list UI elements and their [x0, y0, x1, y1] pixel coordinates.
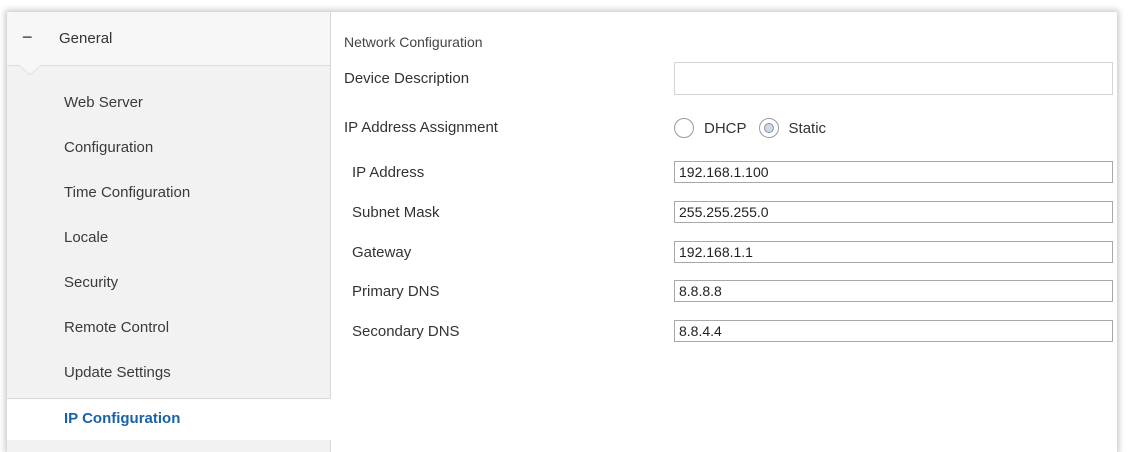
static-radio[interactable]: [758, 118, 779, 138]
sidebar: − General Web Server Configuration Time …: [7, 12, 331, 452]
settings-window: − General Web Server Configuration Time …: [7, 12, 1117, 452]
sidebar-item-web-server[interactable]: Web Server: [7, 80, 330, 125]
secondary-dns-label: Secondary DNS: [352, 323, 460, 340]
sidebar-item-update-settings[interactable]: Update Settings: [7, 350, 330, 395]
sidebar-item-security[interactable]: Security: [7, 260, 330, 305]
static-radio-label[interactable]: Static: [789, 120, 827, 137]
gateway-label: Gateway: [352, 244, 412, 261]
sidebar-item-locale[interactable]: Locale: [7, 215, 330, 260]
sidebar-group-label: General: [59, 30, 113, 47]
dhcp-radio-label[interactable]: DHCP: [704, 120, 747, 137]
device-description-label: Device Description: [344, 70, 470, 87]
sidebar-nav: Web Server Configuration Time Configurat…: [7, 80, 331, 440]
subnet-mask-label: Subnet Mask: [352, 204, 440, 221]
sidebar-item-remote-control[interactable]: Remote Control: [7, 305, 330, 350]
sidebar-item-ip-configuration[interactable]: IP Configuration: [7, 398, 331, 440]
subnet-mask-input[interactable]: [674, 201, 1113, 223]
ip-address-label: IP Address: [352, 164, 425, 181]
gateway-input[interactable]: [674, 241, 1113, 263]
dhcp-radio[interactable]: [674, 118, 694, 138]
secondary-dns-input[interactable]: [674, 320, 1113, 342]
ip-assignment-radio-group: DHCP Static: [674, 116, 838, 140]
section-title: Network Configuration: [344, 34, 483, 50]
sidebar-item-configuration[interactable]: Configuration: [7, 125, 330, 170]
sidebar-group-general[interactable]: − General: [7, 12, 330, 75]
group-pointer: [19, 65, 41, 74]
ip-address-input[interactable]: [674, 161, 1113, 183]
ip-assignment-label: IP Address Assignment: [344, 119, 498, 136]
main-panel: Network Configuration Device Description…: [331, 12, 1117, 452]
primary-dns-label: Primary DNS: [352, 283, 440, 300]
sidebar-item-time-configuration[interactable]: Time Configuration: [7, 170, 330, 215]
primary-dns-input[interactable]: [674, 280, 1113, 302]
minus-icon[interactable]: −: [22, 28, 36, 46]
device-description-input[interactable]: [674, 62, 1113, 95]
